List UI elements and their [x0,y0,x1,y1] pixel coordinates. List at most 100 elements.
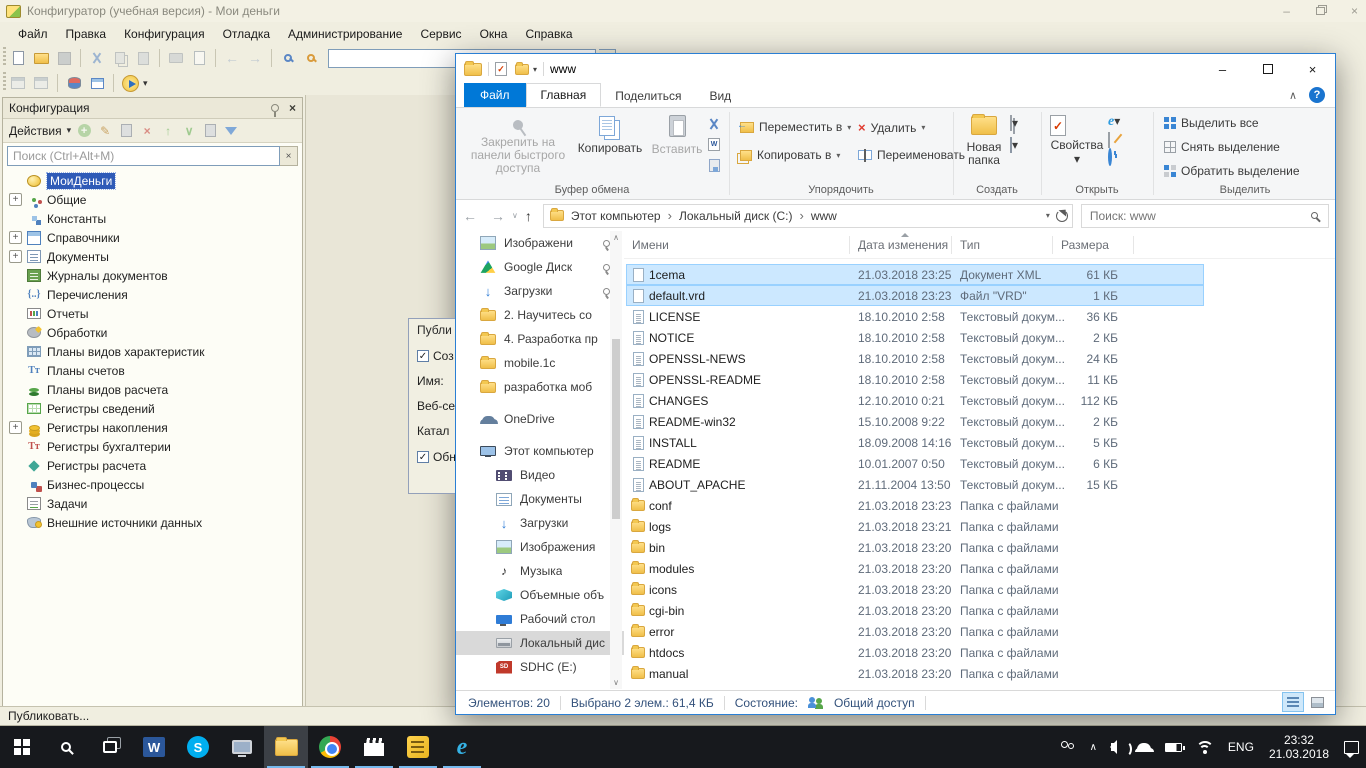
file-row[interactable]: error21.03.2018 23:20Папка с файлами [626,621,1204,642]
help-button[interactable]: ? [1309,87,1325,103]
taskbar-onec-button[interactable] [396,726,440,768]
column-size[interactable]: Размера [1053,231,1133,258]
taskbar-taskview-button[interactable] [88,726,132,768]
undo-button[interactable]: ← [222,49,242,68]
nav-item[interactable]: Google Диск [456,255,624,279]
config-window-button[interactable] [8,74,28,93]
global-search-button[interactable] [278,49,298,68]
tree-item[interactable]: +Документы [3,247,302,266]
new-item-button[interactable]: ▾ [1010,138,1018,152]
column-date[interactable]: Дата изменения [850,231,951,258]
edit-button[interactable]: ✎ [97,123,113,139]
recent-locations-dropdown[interactable]: ∨ [512,211,518,220]
tree-search-input[interactable]: Поиск (Ctrl+Alt+M) [7,146,280,166]
menu-item[interactable]: Окна [472,24,516,44]
open-button[interactable] [31,49,51,68]
onedrive-tray-button[interactable] [1130,726,1158,768]
menu-item[interactable]: Отладка [215,24,278,44]
table-button[interactable] [87,74,107,93]
scrollbar-thumb[interactable] [612,339,620,519]
open-with-button[interactable]: e▾ [1108,114,1120,130]
move-to-button[interactable]: Переместить в ▾ [740,120,851,134]
wifi-button[interactable] [1189,726,1221,768]
nav-item[interactable]: разработка моб [456,375,624,399]
panel-pin-icon[interactable] [271,104,279,112]
file-row[interactable]: README-win3215.10.2008 9:22Текстовый док… [626,411,1204,432]
nav-item[interactable]: Этот компьютер [456,439,624,463]
duplicate-button[interactable] [118,123,134,139]
update-checkbox-row[interactable]: ✓ Обн [417,450,455,464]
new-button[interactable] [8,49,28,68]
menu-item[interactable]: Файл [10,24,56,44]
file-row[interactable]: OPENSSL-README18.10.2010 2:58Текстовый д… [626,369,1204,390]
tab-file[interactable]: Файл [464,83,526,107]
large-icons-view-button[interactable] [1307,693,1327,711]
file-row[interactable]: OPENSSL-NEWS18.10.2010 2:58Текстовый док… [626,348,1204,369]
tree-item[interactable]: ТтРегистры бухгалтерии [3,437,302,456]
tree-item[interactable]: ТтПланы счетов [3,361,302,380]
tree-item[interactable]: Отчеты [3,304,302,323]
nav-item[interactable]: Рабочий стол [456,607,624,631]
details-view-button[interactable] [1283,693,1303,711]
column-name[interactable]: Имени [624,231,849,258]
file-row[interactable]: CHANGES12.10.2010 0:21Текстовый докум...… [626,390,1204,411]
nav-item[interactable]: ♪Музыка [456,559,624,583]
easy-access-button[interactable]: ▾ [1010,116,1018,130]
menu-item[interactable]: Конфигурация [116,24,213,44]
config-window2-button[interactable] [31,74,51,93]
taskbar-word-button[interactable]: W [132,726,176,768]
tree-item[interactable]: Обработки [3,323,302,342]
column-type[interactable]: Тип [952,231,1052,258]
tree-item[interactable]: +Справочники [3,228,302,247]
scroll-down-icon[interactable]: ∨ [610,678,622,687]
file-row[interactable]: htdocs21.03.2018 23:20Папка с файлами [626,642,1204,663]
select-none-button[interactable]: Снять выделение [1164,140,1280,154]
file-row[interactable]: ABOUT_APACHE21.11.2004 13:50Текстовый до… [626,474,1204,495]
nav-item[interactable]: 2. Научитесь со [456,303,624,327]
database-button[interactable] [64,74,84,93]
copy-button[interactable] [110,49,130,68]
checkbox-checked-icon[interactable]: ✓ [417,451,429,463]
battery-button[interactable] [1158,726,1189,768]
file-row[interactable]: NOTICE18.10.2010 2:58Текстовый докум...2… [626,327,1204,348]
menu-item[interactable]: Администрирование [280,24,410,44]
explorer-close-button[interactable]: × [1290,54,1335,84]
forward-button[interactable]: → [491,208,505,224]
file-row[interactable]: manual21.03.2018 23:20Папка с файлами [626,663,1204,684]
language-indicator[interactable]: ENG [1221,726,1261,768]
tree-item[interactable]: Регистры расчета [3,456,302,475]
scroll-up-icon[interactable]: ∧ [610,233,622,242]
add-button[interactable]: + [76,123,92,139]
actions-menu-button[interactable]: Действия [9,124,62,138]
move-down-button[interactable]: ∨ [181,123,197,139]
back-button[interactable]: ← [463,208,477,224]
explorer-minimize-button[interactable]: – [1200,54,1245,84]
paste-button[interactable]: Вставить [648,114,706,156]
tab-view[interactable]: Вид [695,85,745,107]
cut-button[interactable] [704,114,724,133]
tray-overflow-button[interactable]: ∧ [1083,726,1104,768]
taskbar-chrome-button[interactable] [308,726,352,768]
taskbar-skype-button[interactable]: S [176,726,220,768]
tree-item[interactable]: Журналы документов [3,266,302,285]
file-row[interactable]: bin21.03.2018 23:20Папка с файлами [626,537,1204,558]
file-row[interactable]: conf21.03.2018 23:23Папка с файлами [626,495,1204,516]
breadcrumb-this-pc[interactable]: Этот компьютер [564,209,668,223]
print-preview-button[interactable] [189,49,209,68]
tree-item[interactable]: {..}Перечисления [3,285,302,304]
file-row[interactable]: logs21.03.2018 23:21Папка с файлами [626,516,1204,537]
menu-item[interactable]: Справка [517,24,580,44]
tree-expander-icon[interactable]: + [9,421,22,434]
sort-button[interactable] [202,123,218,139]
taskbar-movies-button[interactable] [352,726,396,768]
edit-button[interactable] [1108,133,1120,147]
file-row[interactable]: README10.01.2007 0:50Текстовый докум...6… [626,453,1204,474]
action-center-button[interactable] [1337,726,1366,768]
taskbar-onecdb-button[interactable] [220,726,264,768]
checkbox-checked-icon[interactable]: ✓ [417,350,429,362]
nav-item[interactable]: SDSDHC (E:) [456,655,624,679]
tree-item[interactable]: Задачи [3,494,302,513]
nav-item[interactable]: mobile.1c [456,351,624,375]
onec-close-button[interactable]: × [1351,4,1358,18]
tab-home[interactable]: Главная [526,83,602,107]
